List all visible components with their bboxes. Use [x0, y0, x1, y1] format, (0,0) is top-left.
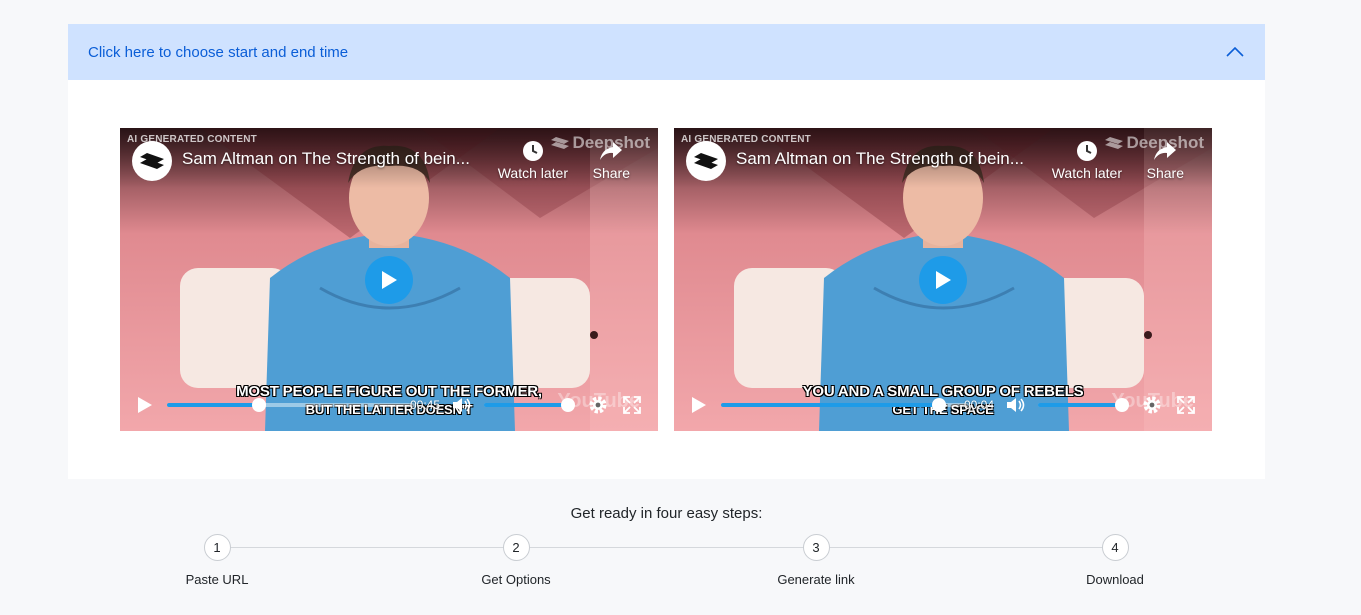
mute-button[interactable] [452, 396, 472, 414]
seek-bar[interactable] [167, 398, 415, 412]
play-icon [138, 397, 152, 413]
step-get-options: 2 Get Options [446, 534, 586, 587]
volume-icon [1007, 398, 1025, 412]
video-title-link[interactable]: Sam Altman on The Strength of bein... [736, 149, 1024, 169]
steps-indicator: 1 Paste URL 2 Get Options 3 Generate lin… [0, 534, 1361, 604]
steps-heading: Get ready in four easy steps: [570, 505, 763, 522]
accordion-title: Click here to choose start and end time [88, 43, 349, 61]
steps-connector-line [217, 547, 1115, 548]
volume-fill [1038, 403, 1122, 407]
seek-bar-fill [167, 403, 259, 407]
share-label: Share [592, 165, 630, 181]
video-title-link[interactable]: Sam Altman on The Strength of bein... [182, 149, 470, 169]
play-icon [382, 271, 397, 289]
share-button[interactable]: Share [593, 140, 630, 181]
gear-icon [589, 396, 607, 414]
step-number: 3 [802, 534, 830, 561]
volume-handle[interactable] [1115, 398, 1129, 412]
watch-later-label: Watch later [1051, 165, 1122, 181]
step-download: 4 Download [1045, 534, 1185, 587]
play-control[interactable] [690, 396, 708, 414]
share-button[interactable]: Share [1147, 140, 1184, 181]
play-big-button[interactable] [365, 256, 413, 304]
fullscreen-icon [1177, 396, 1195, 414]
share-arrow-icon [1154, 142, 1177, 160]
step-number: 2 [502, 534, 530, 561]
step-label: Generate link [777, 572, 855, 587]
step-generate-link: 3 Generate link [746, 534, 886, 587]
share-arrow-icon [600, 142, 623, 160]
fullscreen-icon [623, 396, 641, 414]
video-players: AI GENERATED CONTENT Sam Altman on The S… [120, 128, 1212, 431]
step-number: 1 [203, 534, 231, 561]
brand-logo-icon[interactable] [132, 141, 172, 181]
volume-slider[interactable] [484, 398, 575, 412]
play-icon [936, 271, 951, 289]
time-remaining: -00:04 [960, 398, 995, 412]
step-number: 4 [1101, 534, 1129, 561]
volume-fill [484, 403, 568, 407]
brand-logo-icon[interactable] [686, 141, 726, 181]
gear-icon [1143, 396, 1161, 414]
play-control[interactable] [136, 396, 154, 414]
chevron-up-icon[interactable] [1225, 42, 1245, 62]
watch-later-label: Watch later [497, 165, 568, 181]
play-icon [692, 397, 706, 413]
volume-handle[interactable] [561, 398, 575, 412]
fullscreen-button[interactable] [622, 395, 642, 415]
watch-later-button[interactable]: Watch later [1052, 140, 1122, 181]
watch-later-button[interactable]: Watch later [498, 140, 568, 181]
mute-button[interactable] [1006, 396, 1026, 414]
seek-handle[interactable] [251, 398, 266, 412]
trim-accordion: Click here to choose start and end time [68, 24, 1265, 479]
video-player-start[interactable]: AI GENERATED CONTENT Sam Altman on The S… [120, 128, 658, 431]
clock-icon [522, 141, 543, 161]
settings-button[interactable] [1142, 395, 1162, 415]
volume-icon [453, 398, 471, 412]
play-big-button[interactable] [919, 256, 967, 304]
clock-icon [1076, 141, 1097, 161]
accordion-header[interactable]: Click here to choose start and end time [68, 24, 1265, 80]
step-paste-url: 1 Paste URL [147, 534, 287, 587]
volume-slider[interactable] [1038, 398, 1129, 412]
step-label: Get Options [481, 572, 551, 587]
time-remaining: -00:45 [406, 398, 441, 412]
fullscreen-button[interactable] [1176, 395, 1196, 415]
settings-button[interactable] [588, 395, 608, 415]
share-label: Share [1146, 165, 1184, 181]
video-player-end[interactable]: AI GENERATED CONTENT Sam Altman on The S… [674, 128, 1212, 431]
step-label: Paste URL [185, 572, 249, 587]
seek-bar-fill [721, 403, 940, 407]
step-label: Download [1086, 572, 1144, 587]
seek-bar[interactable] [721, 398, 969, 412]
